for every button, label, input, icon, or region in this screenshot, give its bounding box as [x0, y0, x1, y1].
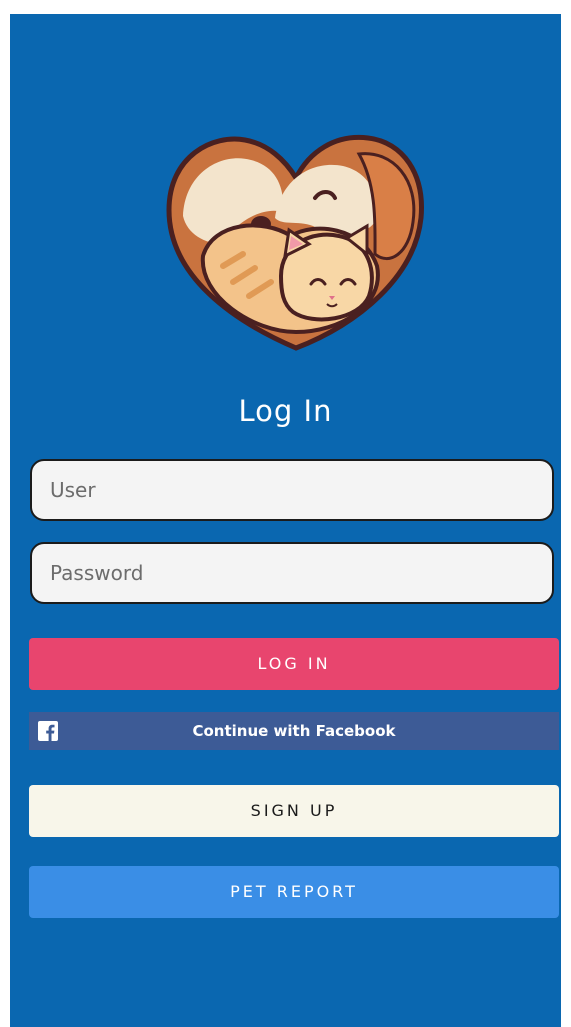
pet-report-button[interactable]: PET REPORT [29, 866, 559, 918]
dog-cat-heart-logo-icon [166, 134, 424, 351]
login-button[interactable]: LOG IN [29, 638, 559, 690]
facebook-login-button[interactable]: Continue with Facebook [29, 712, 559, 750]
password-input[interactable] [30, 542, 554, 604]
signup-button[interactable]: SIGN UP [29, 785, 559, 837]
login-screen: Log In LOG IN Continue with Facebook SIG… [10, 14, 561, 1027]
signup-button-label: SIGN UP [250, 801, 338, 820]
login-button-label: LOG IN [257, 654, 331, 673]
page-title: Log In [238, 394, 333, 428]
facebook-icon [38, 721, 58, 741]
facebook-button-label: Continue with Facebook [192, 722, 396, 740]
pet-report-button-label: PET REPORT [230, 882, 358, 901]
user-input[interactable] [30, 459, 554, 521]
